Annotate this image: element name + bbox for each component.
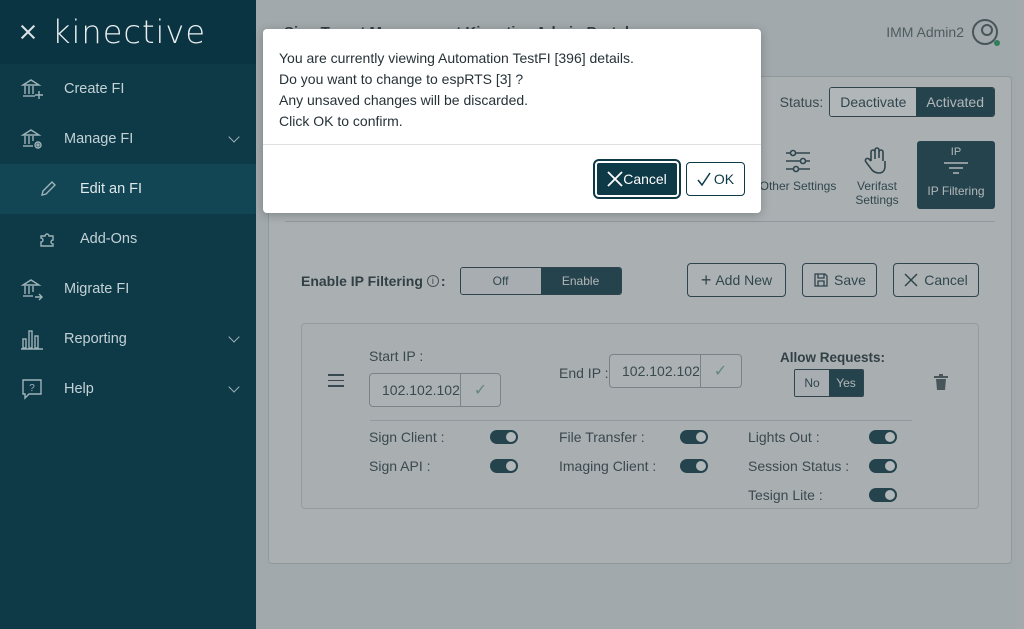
sidebar-item-label: Add-Ons: [80, 231, 138, 247]
sidebar-item-reporting[interactable]: Reporting: [0, 314, 256, 364]
check-icon: [697, 172, 711, 186]
sidebar-item-migrate-fi[interactable]: Migrate FI: [0, 264, 256, 314]
sidebar-item-edit-fi[interactable]: Edit an FI: [0, 164, 256, 214]
puzzle-icon: [36, 227, 60, 251]
bank-arrow-icon: [20, 277, 44, 301]
dialog-line: You are currently viewing Automation Tes…: [279, 50, 634, 66]
help-bubble-icon: ?: [20, 377, 44, 401]
confirm-dialog: You are currently viewing Automation Tes…: [263, 29, 761, 213]
dialog-cancel-label: Cancel: [623, 171, 667, 187]
dialog-cancel-button[interactable]: Cancel: [595, 161, 679, 197]
bank-gear-icon: [20, 127, 44, 151]
chevron-down-icon: [228, 381, 240, 393]
sidebar-item-label: Create FI: [64, 81, 125, 97]
sidebar-header: kinective: [0, 0, 256, 64]
dialog-ok-label: OK: [713, 171, 735, 187]
logo: kinective: [52, 13, 207, 51]
sidebar-item-label: Migrate FI: [64, 281, 130, 297]
close-icon: [607, 171, 623, 187]
sidebar: kinective Create FI Manage FI Edit an FI…: [0, 0, 256, 629]
sidebar-item-label: Help: [64, 381, 94, 397]
dialog-line: Any unsaved changes will be discarded.: [279, 92, 529, 108]
dialog-line: Click OK to confirm.: [279, 113, 403, 129]
sidebar-item-help[interactable]: ? Help: [0, 364, 256, 414]
dialog-line: Do you want to change to espRTS [3] ?: [279, 71, 524, 87]
sidebar-item-label: Reporting: [64, 331, 127, 347]
bar-chart-icon: [20, 327, 44, 351]
sidebar-item-create-fi[interactable]: Create FI: [0, 64, 256, 114]
dialog-ok-button[interactable]: OK: [686, 162, 745, 196]
sidebar-item-label: Manage FI: [64, 131, 134, 147]
sidebar-item-add-ons[interactable]: Add-Ons: [0, 214, 256, 264]
chevron-down-icon: [228, 131, 240, 143]
bank-plus-icon: [20, 77, 44, 101]
chevron-down-icon: [228, 331, 240, 343]
svg-text:?: ?: [29, 383, 35, 394]
sidebar-item-label: Edit an FI: [80, 181, 143, 197]
dialog-message: You are currently viewing Automation Tes…: [263, 29, 761, 145]
pencil-icon: [36, 177, 60, 201]
close-icon[interactable]: [18, 22, 38, 42]
sidebar-item-manage-fi[interactable]: Manage FI: [0, 114, 256, 164]
